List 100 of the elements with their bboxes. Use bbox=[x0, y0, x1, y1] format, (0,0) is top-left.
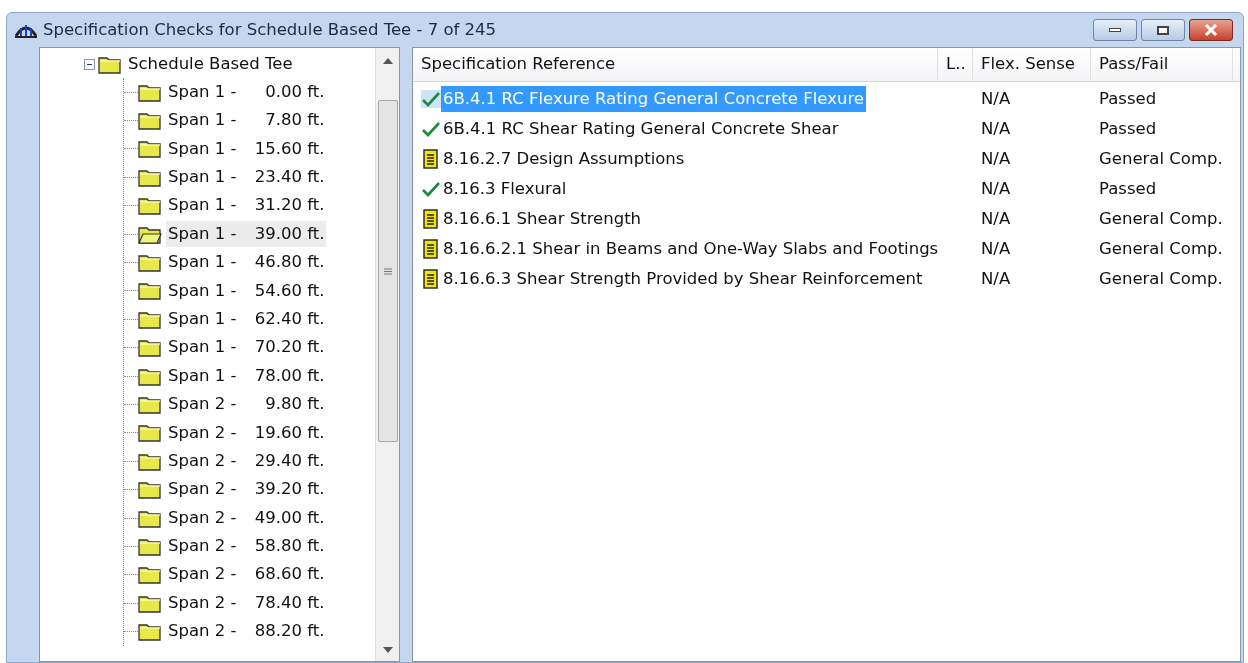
span-label: Span 2 - bbox=[168, 591, 237, 614]
scroll-down-icon[interactable] bbox=[382, 647, 393, 653]
station-label: 78.40 ft. bbox=[253, 591, 325, 614]
station-label: 78.00 ft. bbox=[253, 364, 325, 387]
tree-item[interactable]: Schedule Based Tee bbox=[128, 51, 293, 77]
column-header[interactable]: Pass/Fail bbox=[1091, 48, 1233, 81]
specification-reference[interactable]: 8.16.6.1 Shear Strength bbox=[441, 206, 644, 232]
scroll-up-icon[interactable] bbox=[382, 58, 393, 64]
tree-item[interactable]: Span 2 - 9.80 ft. bbox=[166, 391, 327, 418]
tree-item[interactable]: Span 1 - 78.00 ft. bbox=[166, 363, 327, 390]
pass-fail-cell-text: Passed bbox=[1098, 117, 1158, 140]
station-label: 49.00 ft. bbox=[253, 506, 325, 529]
tree-item[interactable]: Span 1 - 23.40 ft. bbox=[166, 164, 327, 191]
tree-item[interactable]: Span 1 - 70.20 ft. bbox=[166, 334, 327, 361]
station-label: 39.00 ft. bbox=[253, 222, 325, 245]
span-label: Span 1 - bbox=[168, 364, 237, 387]
span-label: Span 2 - bbox=[168, 478, 237, 501]
checkmark-icon bbox=[421, 90, 441, 108]
folder-icon bbox=[138, 593, 162, 613]
span-label: Span 1 - bbox=[168, 109, 237, 132]
flex-sense-cell-text: N/A bbox=[980, 117, 1012, 140]
span-label: Span 2 - bbox=[168, 393, 237, 416]
tree-item[interactable]: Span 1 - 62.40 ft. bbox=[166, 306, 327, 333]
flex-sense-cell-text: N/A bbox=[980, 87, 1012, 110]
tree-item[interactable]: Span 1 - 15.60 ft. bbox=[166, 135, 327, 162]
maximize-button[interactable] bbox=[1141, 19, 1185, 41]
folder-icon bbox=[98, 54, 122, 74]
specification-reference[interactable]: 8.16.3 Flexural bbox=[441, 176, 569, 202]
tree-item[interactable]: Span 2 - 39.20 ft. bbox=[166, 476, 327, 503]
station-label: 54.60 ft. bbox=[253, 279, 325, 302]
open-folder-icon bbox=[138, 224, 162, 244]
station-label: 9.80 ft. bbox=[264, 393, 325, 416]
scroll-thumb[interactable] bbox=[377, 100, 398, 442]
folder-icon bbox=[138, 167, 162, 187]
station-label: 88.20 ft. bbox=[253, 620, 325, 643]
folder-icon bbox=[138, 253, 162, 273]
tree-item[interactable]: Span 1 - 39.00 ft. bbox=[166, 221, 327, 248]
document-icon bbox=[421, 269, 441, 289]
station-label: 23.40 ft. bbox=[253, 166, 325, 188]
span-label: Span 1 - bbox=[168, 307, 237, 330]
pass-fail-cell-text: General Comp. bbox=[1098, 147, 1224, 170]
tree-item[interactable]: Span 2 - 78.40 ft. bbox=[166, 590, 327, 617]
folder-icon bbox=[138, 622, 162, 642]
collapse-toggle[interactable] bbox=[84, 58, 95, 70]
document-icon bbox=[421, 239, 441, 259]
tree-item[interactable]: Span 2 - 58.80 ft. bbox=[166, 533, 327, 560]
flex-sense-cell-text: N/A bbox=[980, 207, 1012, 230]
span-label: Span 2 - bbox=[168, 421, 237, 444]
tree-item[interactable]: Span 1 - 46.80 ft. bbox=[166, 249, 327, 276]
station-label: 68.60 ft. bbox=[253, 563, 325, 586]
specification-reference[interactable]: 8.16.6.2.1 Shear in Beams and One-Way Slabs and Footings bbox=[441, 236, 941, 262]
folder-icon bbox=[138, 82, 162, 102]
tree-item[interactable]: Span 1 - 31.20 ft. bbox=[166, 192, 327, 219]
specification-reference[interactable]: 8.16.2.7 Design Assumptions bbox=[441, 146, 687, 172]
span-label: Span 1 - bbox=[168, 279, 237, 302]
folder-icon bbox=[138, 480, 162, 500]
station-label: 31.20 ft. bbox=[253, 194, 325, 217]
station-label: 15.60 ft. bbox=[253, 137, 325, 160]
tree-item[interactable]: Span 1 - 7.80 ft. bbox=[166, 107, 327, 134]
pass-fail-cell-text: General Comp. bbox=[1098, 207, 1224, 230]
pass-fail-cell-text: General Comp. bbox=[1098, 267, 1224, 290]
tree-item[interactable]: Span 2 - 68.60 ft. bbox=[166, 561, 327, 588]
folder-icon bbox=[138, 536, 162, 556]
tree-item[interactable]: Span 2 - 29.40 ft. bbox=[166, 448, 327, 475]
tree-item[interactable]: Span 1 - 54.60 ft. bbox=[166, 277, 327, 304]
column-header[interactable]: L.. bbox=[938, 48, 973, 81]
folder-icon bbox=[138, 338, 162, 358]
tree-item[interactable]: Span 2 - 88.20 ft. bbox=[166, 618, 327, 645]
flex-sense-cell-text: N/A bbox=[980, 267, 1012, 290]
station-label: 70.20 ft. bbox=[253, 336, 325, 359]
span-label: Span 1 - bbox=[168, 80, 237, 103]
station-label: 7.80 ft. bbox=[264, 109, 325, 132]
folder-icon bbox=[138, 423, 162, 443]
station-label: 62.40 ft. bbox=[253, 307, 325, 330]
document-icon bbox=[421, 209, 441, 229]
tree-item[interactable]: Span 2 - 19.60 ft. bbox=[166, 419, 327, 446]
folder-icon bbox=[138, 309, 162, 329]
span-label: Span 2 - bbox=[168, 535, 237, 558]
specification-reference[interactable]: 8.16.6.3 Shear Strength Provided by Shear Reinforcement bbox=[441, 266, 925, 292]
folder-icon bbox=[138, 395, 162, 414]
folder-icon bbox=[138, 139, 162, 159]
close-button[interactable] bbox=[1189, 19, 1233, 41]
span-label: Span 1 - bbox=[168, 194, 237, 217]
span-label: Span 2 - bbox=[168, 506, 237, 529]
folder-icon bbox=[138, 366, 162, 386]
span-label: Span 1 - bbox=[168, 336, 237, 359]
span-label: Span 2 - bbox=[168, 620, 237, 643]
close-icon bbox=[1204, 24, 1218, 36]
tree-item[interactable]: Span 1 - 0.00 ft. bbox=[166, 79, 327, 106]
station-label: 39.20 ft. bbox=[253, 478, 325, 501]
specification-reference[interactable]: 6B.4.1 RC Shear Rating General Concrete Shear bbox=[441, 116, 841, 142]
span-label: Span 2 - bbox=[168, 563, 237, 586]
minimize-button[interactable] bbox=[1093, 19, 1137, 41]
span-label: Span 2 - bbox=[168, 449, 237, 472]
tree-item[interactable]: Span 2 - 49.00 ft. bbox=[166, 505, 327, 532]
station-label: 29.40 ft. bbox=[253, 449, 325, 472]
column-header[interactable]: Flex. Sense bbox=[973, 48, 1091, 81]
column-header[interactable]: Specification Reference bbox=[413, 48, 938, 81]
document-icon bbox=[421, 149, 441, 169]
flex-sense-cell-text: N/A bbox=[980, 177, 1012, 200]
